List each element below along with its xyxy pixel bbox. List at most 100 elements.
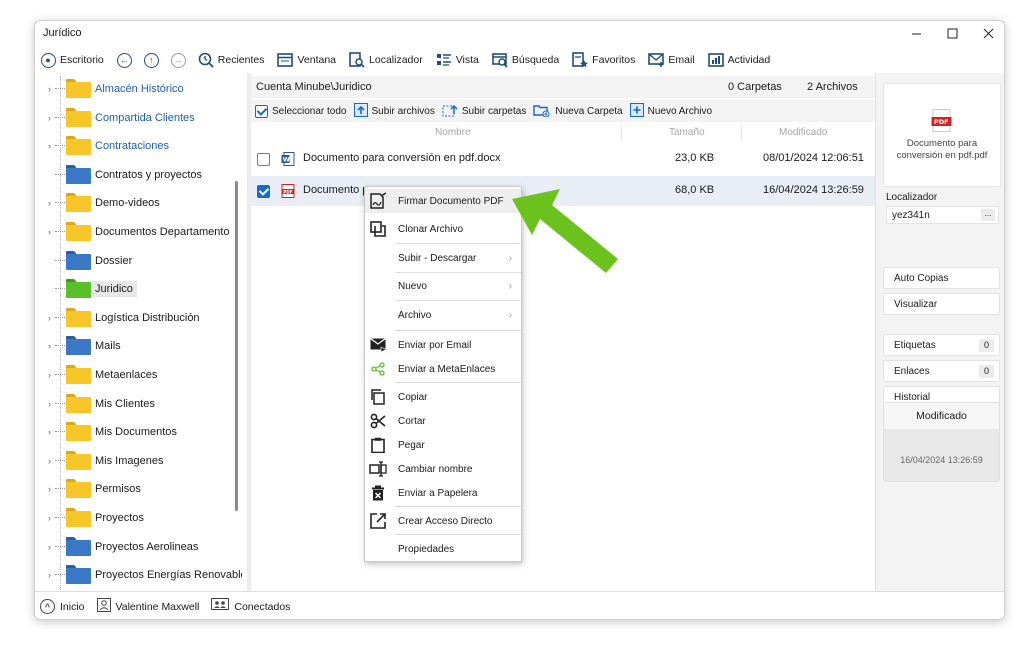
menu-item-firmar-pdf[interactable]: Firmar Documento PDF	[365, 189, 521, 213]
chevron-right-icon[interactable]: ›	[48, 542, 51, 552]
tree-item[interactable]: › Compartida Clientes	[35, 104, 242, 132]
tree-vertical-scrollbar[interactable]	[235, 181, 238, 511]
chevron-right-icon[interactable]: ›	[48, 84, 51, 94]
column-name[interactable]: Nombre	[435, 127, 471, 138]
tree-item[interactable]: › Permisos	[35, 475, 242, 503]
chevron-right-icon[interactable]: ›	[48, 484, 51, 494]
menu-item-metaenlaces[interactable]: Enviar a MetaEnlaces	[365, 357, 521, 381]
chevron-right-icon[interactable]: ›	[48, 570, 51, 580]
row-checkbox[interactable]	[257, 153, 270, 166]
tree-item[interactable]: Dossier	[35, 247, 242, 275]
vista-label: Vista	[455, 54, 479, 66]
paste-icon	[369, 436, 387, 454]
localizador-button[interactable]: Localizador	[349, 52, 423, 68]
menu-item-archivo[interactable]: Archivo ›	[365, 303, 521, 327]
chevron-right-icon[interactable]: ›	[48, 370, 51, 380]
busqueda-button[interactable]: Búsqueda	[492, 52, 559, 68]
connected-status[interactable]: Conectados	[211, 598, 290, 615]
minimize-button[interactable]	[898, 21, 934, 45]
chevron-right-icon[interactable]: ›	[48, 341, 51, 351]
tree-item[interactable]: Juridico	[35, 275, 242, 303]
menu-item-copiar[interactable]: Copiar	[365, 385, 521, 409]
column-modified[interactable]: Modificado	[779, 127, 827, 138]
tree-item[interactable]: › Mails	[35, 332, 242, 360]
new-file-button[interactable]: Nuevo Archivo	[629, 102, 712, 120]
auto-copias-button[interactable]: Auto Copias	[883, 267, 1000, 289]
up-button[interactable]: ↑	[143, 52, 159, 68]
chevron-right-icon[interactable]: ›	[48, 456, 51, 466]
tree-item[interactable]: › Proyectos Aerolineas	[35, 533, 242, 561]
close-button[interactable]	[970, 21, 1004, 45]
localizador-field[interactable]: yez341n ...	[886, 206, 999, 224]
menu-item-acceso-directo[interactable]: Crear Acceso Directo	[365, 509, 521, 533]
svg-text:PDF: PDF	[283, 189, 293, 194]
tree-item-label: Permisos	[95, 483, 141, 496]
tree-item[interactable]: › Metaenlaces	[35, 361, 242, 389]
menu-item-nuevo[interactable]: Nuevo ›	[365, 274, 521, 298]
menu-item-pegar[interactable]: Pegar	[365, 433, 521, 457]
column-size[interactable]: Tamaño	[669, 127, 705, 138]
chevron-right-icon[interactable]: ›	[48, 313, 51, 323]
chevron-right-icon[interactable]: ›	[48, 513, 51, 523]
tree-item[interactable]: › Documentos Departamento	[35, 218, 242, 246]
chevron-right-icon[interactable]: ›	[48, 227, 51, 237]
menu-item-subir-descargar[interactable]: Subir - Descargar ›	[365, 246, 521, 270]
modified-header: Modificado	[884, 403, 999, 429]
forward-button[interactable]: →	[170, 52, 186, 68]
tree-item[interactable]: › Contrataciones	[35, 132, 242, 160]
upload-folders-label: Subir carpetas	[461, 105, 527, 117]
chevron-right-icon[interactable]: ›	[48, 198, 51, 208]
file-row[interactable]: W Documento para conversión en pdf.docx …	[251, 144, 875, 174]
localizador-more-button[interactable]: ...	[981, 209, 995, 221]
menu-item-cortar[interactable]: Cortar	[365, 409, 521, 433]
enlaces-button[interactable]: Enlaces 0	[883, 360, 1000, 382]
tree-item-label: Mis Documentos	[95, 426, 177, 439]
tree-item[interactable]: › Proyectos Energías Renovables	[35, 561, 242, 589]
select-all-button[interactable]: Seleccionar todo	[255, 104, 347, 118]
tree-item[interactable]: Contratos y proyectos	[35, 161, 242, 189]
menu-item-papelera[interactable]: Enviar a Papelera	[365, 481, 521, 505]
email-button[interactable]: Email	[648, 52, 695, 68]
chevron-right-icon[interactable]: ›	[48, 113, 51, 123]
row-checkbox[interactable]	[257, 185, 270, 198]
file-preview[interactable]: PDF Documento para conversión en pdf.pdf	[883, 83, 1001, 187]
upload-folders-button[interactable]: Subir carpetas	[442, 103, 526, 120]
chevron-right-icon[interactable]: ›	[48, 427, 51, 437]
actividad-button[interactable]: Actividad	[707, 52, 770, 68]
inicio-button[interactable]: ^ Inicio	[40, 599, 85, 614]
favoritos-button[interactable]: Favoritos	[572, 52, 635, 68]
tree-item[interactable]: › Almacén Histórico	[35, 76, 242, 103]
word-doc-icon: W	[281, 152, 295, 169]
email-send-icon	[369, 336, 387, 354]
upload-files-button[interactable]: Subir archivos	[353, 102, 435, 120]
tree-item-label: Mis Imagenes	[95, 454, 164, 467]
menu-item-propiedades[interactable]: Propiedades	[365, 537, 521, 561]
menu-item-clonar[interactable]: Clonar Archivo	[365, 217, 521, 241]
tree-connector	[55, 173, 65, 175]
folder-icon	[66, 365, 91, 384]
escritorio-button[interactable]: ● Escritorio	[40, 52, 104, 68]
tree-item[interactable]: › Mis Imagenes	[35, 447, 242, 475]
tree-item[interactable]: › Logística Distribución	[35, 304, 242, 332]
arrow-left-icon: ←	[116, 52, 132, 68]
chevron-right-icon[interactable]: ›	[48, 399, 51, 409]
ventana-button[interactable]: Ventana	[277, 52, 336, 68]
maximize-button[interactable]	[934, 21, 970, 45]
tree-item[interactable]: › Demo-videos	[35, 189, 242, 217]
recientes-button[interactable]: Recientes	[198, 52, 264, 68]
tree-item[interactable]: › Mis Clientes	[35, 390, 242, 418]
tree-item-label: Proyectos	[95, 512, 144, 524]
etiquetas-button[interactable]: Etiquetas 0	[883, 334, 1000, 356]
tree-item[interactable]: › Mis Documentos	[35, 418, 242, 446]
vista-button[interactable]: Vista	[436, 52, 479, 68]
menu-item-cambiar-nombre[interactable]: Cambiar nombre	[365, 457, 521, 481]
menu-item-enviar-email[interactable]: Enviar por Email	[365, 333, 521, 357]
user-info[interactable]: Valentine Maxwell	[96, 598, 199, 615]
visualizar-button[interactable]: Visualizar	[883, 293, 1000, 315]
back-button[interactable]: ←	[116, 52, 132, 68]
tree-connector	[55, 145, 65, 147]
new-folder-button[interactable]: Nueva Carpeta	[533, 103, 623, 120]
tree-item[interactable]: › Proyectos	[35, 504, 242, 532]
new-file-icon	[629, 102, 644, 120]
chevron-right-icon[interactable]: ›	[48, 141, 51, 151]
